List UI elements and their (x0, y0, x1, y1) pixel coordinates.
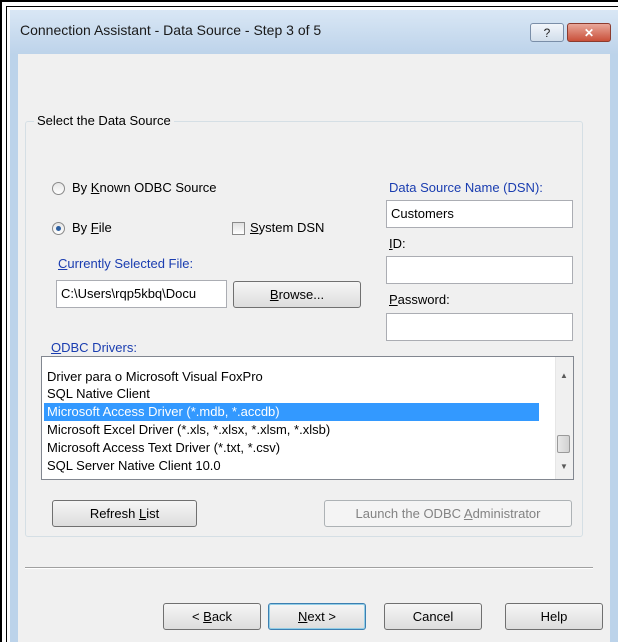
label-part: rowse... (278, 287, 325, 302)
help-button[interactable]: Help (505, 603, 603, 630)
selected-file-field[interactable]: C:\Users\rqp5kbq\Docu (56, 280, 227, 308)
label-mnemonic: S (250, 220, 259, 235)
dsn-label: Data Source Name (DSN): (389, 180, 543, 195)
label-part: DBC Drivers: (61, 340, 137, 355)
list-item[interactable]: SQL Server Native Client 10.0 (44, 457, 539, 475)
close-icon[interactable]: ✕ (567, 23, 611, 42)
label-mnemonic: B (269, 287, 279, 302)
frame-left (0, 0, 2, 642)
password-field[interactable] (386, 313, 573, 341)
frame-inner-top (6, 6, 618, 7)
footer-separator (25, 567, 593, 568)
frame-inner-left (6, 6, 7, 642)
id-label: ID: (389, 236, 406, 251)
label-part: Refresh (89, 506, 139, 521)
launch-odbc-admin-button[interactable]: Launch the ODBC Administrator (324, 500, 572, 527)
scroll-down-icon[interactable]: ▼ (560, 462, 568, 471)
list-item[interactable]: SQL Native Client (44, 385, 539, 403)
list-item-selected[interactable]: Microsoft Access Driver (*.mdb, *.accdb) (44, 403, 539, 421)
label-part: Launch the ODBC (355, 506, 464, 521)
label-part: ile (98, 220, 112, 235)
radio-selected-dot (56, 226, 61, 231)
label-mnemonic: C (58, 256, 68, 271)
label-mnemonic: A (463, 506, 473, 521)
list-scrollbar[interactable]: ▲ ▼ (555, 357, 573, 479)
list-item[interactable]: Microsoft Excel Driver (*.xls, *.xlsx, *… (44, 421, 539, 439)
label-part: ext > (307, 609, 336, 624)
label-mnemonic: P (389, 292, 398, 307)
next-button[interactable]: Next > (268, 603, 366, 630)
label-mnemonic: F (90, 220, 99, 235)
label-part: assword: (397, 292, 450, 307)
scroll-thumb[interactable] (557, 435, 570, 453)
selected-file-label: Currently Selected File: (58, 256, 193, 271)
by-file-label[interactable]: By File (72, 220, 112, 235)
label-part: D: (392, 236, 406, 251)
label-part: By (72, 220, 91, 235)
label-part: dministrator (472, 506, 541, 521)
radio-by-file[interactable] (52, 222, 65, 235)
label-mnemonic: O (51, 340, 62, 355)
label-part: By (72, 180, 91, 195)
refresh-list-button[interactable]: Refresh List (52, 500, 197, 527)
title-bar[interactable]: Connection Assistant - Data Source - Ste… (10, 10, 618, 54)
back-button[interactable]: < Back (163, 603, 261, 630)
window-title: Connection Assistant - Data Source - Ste… (20, 22, 322, 38)
label-part: < (191, 609, 204, 624)
label-part: ist (146, 506, 160, 521)
system-dsn-checkbox[interactable] (232, 222, 245, 235)
help-icon[interactable]: ? (530, 23, 564, 42)
scroll-up-icon[interactable]: ▲ (560, 371, 568, 380)
label-part: urrently Selected File: (67, 256, 194, 271)
radio-by-known-odbc[interactable] (52, 182, 65, 195)
group-label: Select the Data Source (34, 113, 174, 128)
password-label: Password: (389, 292, 450, 307)
label-part: ystem DSN (258, 220, 325, 235)
cancel-button[interactable]: Cancel (384, 603, 482, 630)
dsn-field[interactable]: Customers (386, 200, 573, 228)
frame-top (0, 0, 618, 2)
odbc-drivers-label: ODBC Drivers: (51, 340, 137, 355)
label-part: nown ODBC Source (99, 180, 217, 195)
list-item[interactable]: Driver para o Microsoft Visual FoxPro (44, 368, 539, 386)
system-dsn-label[interactable]: System DSN (250, 220, 324, 235)
list-item[interactable]: Microsoft Access Text Driver (*.txt, *.c… (44, 439, 539, 457)
by-known-odbc-label[interactable]: By Known ODBC Source (72, 180, 217, 195)
id-field[interactable] (386, 256, 573, 284)
browse-button[interactable]: Browse... (233, 281, 361, 308)
label-mnemonic: B (203, 609, 212, 624)
label-part: ack (211, 609, 233, 624)
label-mnemonic: N (298, 609, 308, 624)
odbc-drivers-list[interactable]: Driver para o Microsoft Visual FoxPro SQ… (41, 356, 574, 480)
